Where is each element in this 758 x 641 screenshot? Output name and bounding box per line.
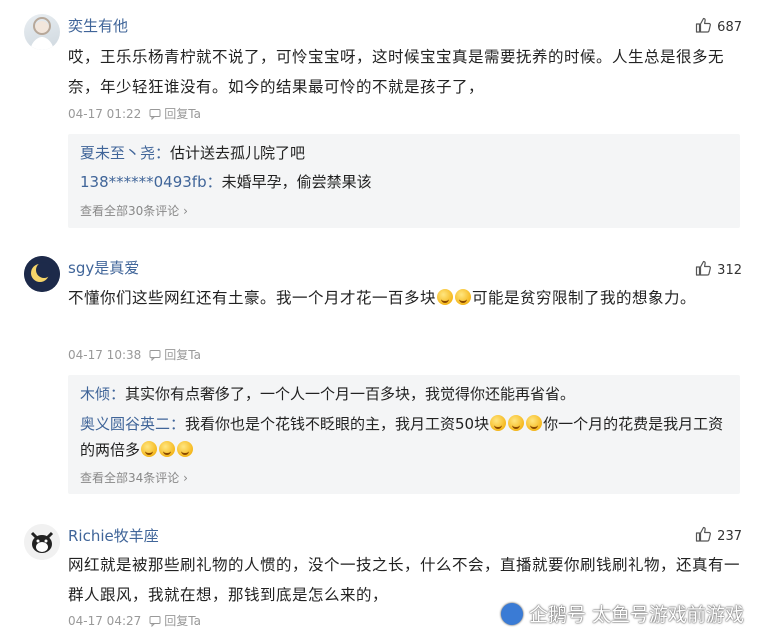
penguin-logo-icon [500,602,523,625]
reply-item: 138******0493fb：未婚早孕，偷尝禁果该 [80,169,728,195]
view-all-replies-link[interactable]: 查看全部30条评论 › [80,202,188,219]
reply-icon [149,349,161,361]
comment-text: 不懂你们这些网红还有土豪。我一个月才花一百多块 可能是贫穷限制了我的想象力。 [68,289,697,307]
reply-button[interactable]: 回复Ta [149,105,201,122]
chevron-right-icon: › [183,204,188,218]
thumbs-up-icon [695,17,712,37]
reply-username[interactable]: 木倾： [80,385,125,403]
laughing-emoji-icon [437,289,454,305]
like-button[interactable]: 312 [695,260,742,280]
avatar[interactable] [24,524,60,560]
comment-meta: 04-17 04:27 回复Ta [68,612,201,629]
watermark: 企鹅号 太鱼号游戏前游戏 [500,600,744,627]
reply-box: 夏未至丶尧：估计送去孤儿院了吧 138******0493fb：未婚早孕，偷尝禁… [68,134,740,228]
like-count: 687 [717,19,742,35]
avatar[interactable] [24,14,60,50]
reply-username[interactable]: 奥义圆谷英二： [80,415,185,433]
like-count: 312 [717,262,742,278]
laughing-emoji-icon [490,415,507,431]
reply-text: 其实你有点奢侈了，一个人一个月一百多块，我觉得你还能再省省。 [125,385,576,403]
view-all-replies-link[interactable]: 查看全部34条评论 › [80,469,188,486]
reply-item: 木倾：其实你有点奢侈了，一个人一个月一百多块，我觉得你还能再省省。 [80,381,728,407]
comment-1: 奕生有他 687 哎，王乐乐杨青柠就不说了，可怜宝宝呀，这时候宝宝真是需要抚养的… [0,0,758,240]
like-count: 237 [717,528,742,544]
like-button[interactable]: 237 [695,526,742,546]
comment-meta: 04-17 01:22 回复Ta [68,105,201,122]
reply-text: 估计送去孤儿院了吧 [170,144,306,162]
thumbs-up-icon [695,526,712,546]
reply-button[interactable]: 回复Ta [149,346,201,363]
username[interactable]: sgy是真爱 [68,257,139,278]
reply-username[interactable]: 夏未至丶尧： [80,144,170,162]
comment-2: sgy是真爱 312 不懂你们这些网红还有土豪。我一个月才花一百多块 可能是贫穷限… [0,240,758,510]
laughing-emoji-icon [159,441,176,457]
comment-meta: 04-17 10:38 回复Ta [68,346,201,363]
timestamp: 04-17 04:27 [68,613,142,628]
laughing-emoji-icon [141,441,158,457]
timestamp: 04-17 01:22 [68,106,142,121]
reply-icon [149,615,161,627]
like-button[interactable]: 687 [695,17,742,37]
laughing-emoji-icon [455,289,472,305]
chevron-right-icon: › [183,471,188,485]
timestamp: 04-17 10:38 [68,347,142,362]
avatar[interactable] [24,256,60,292]
reply-text: 未婚早孕，偷尝禁果该 [221,173,372,191]
reply-button[interactable]: 回复Ta [149,612,201,629]
reply-item: 奥义圆谷英二：我看你也是个花钱不眨眼的主，我月工资50块 你一个月的花费是我月工资… [80,415,724,459]
reply-username[interactable]: 138******0493fb： [80,173,222,191]
reply-icon [149,108,161,120]
laughing-emoji-icon [177,441,194,457]
username[interactable]: Richie牧羊座 [68,525,159,546]
thumbs-up-icon [695,260,712,280]
reply-text: 我看你也是个花钱不眨眼的主，我月工资50块 [185,415,490,433]
reply-box: 木倾：其实你有点奢侈了，一个人一个月一百多块，我觉得你还能再省省。 奥义圆谷英二… [68,375,740,494]
username[interactable]: 奕生有他 [68,15,128,36]
laughing-emoji-icon [508,415,525,431]
laughing-emoji-icon [526,415,543,431]
reply-item: 夏未至丶尧：估计送去孤儿院了吧 [80,140,728,166]
comment-text: 哎，王乐乐杨青柠就不说了，可怜宝宝呀，这时候宝宝真是需要抚养的时候。人生总是很多… [68,48,725,96]
